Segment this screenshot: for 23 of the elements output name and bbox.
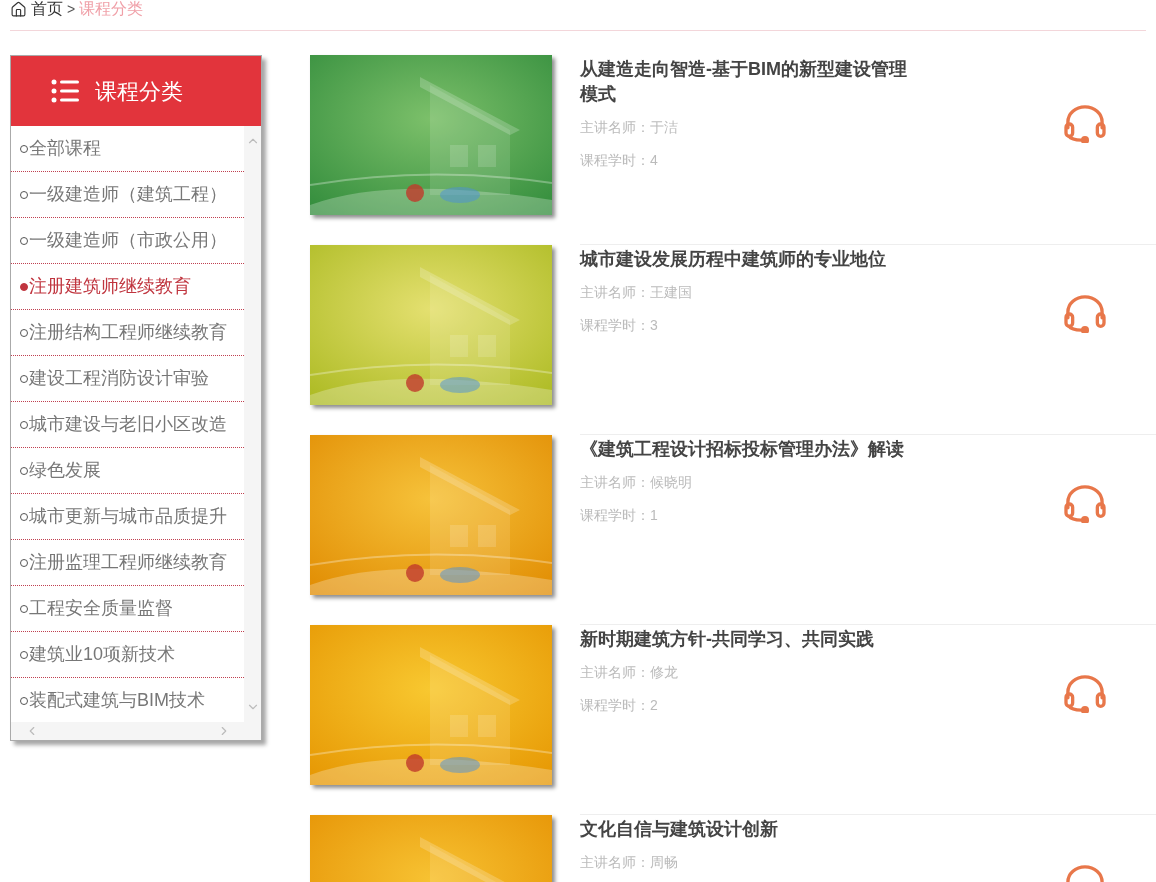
breadcrumb-link[interactable]: 首页 bbox=[31, 0, 63, 21]
course-title[interactable]: 城市建设发展历程中建筑师的专业地位 bbox=[580, 247, 916, 272]
course-hours: 课程学时：1 bbox=[580, 506, 659, 525]
course-teacher: 主讲名师：于洁 bbox=[580, 118, 679, 137]
course-teacher: 主讲名师：修龙 bbox=[580, 663, 679, 682]
headset-icon[interactable] bbox=[1062, 105, 1108, 143]
course-hours: 课程学时：2 bbox=[580, 696, 659, 715]
course-hours: 课程学时：4 bbox=[580, 151, 659, 170]
list-icon bbox=[51, 79, 79, 103]
course-title[interactable]: 《建筑工程设计招标投标管理办法》解读 bbox=[580, 437, 916, 462]
headset-icon[interactable] bbox=[1062, 485, 1108, 523]
breadcrumb-separator: > bbox=[67, 0, 76, 19]
course-title[interactable]: 新时期建筑方针-共同学习、共同实践 bbox=[580, 627, 916, 652]
course-title[interactable]: 从建造走向智造-基于BIM的新型建设管理模式 bbox=[580, 57, 916, 107]
course-teacher: 主讲名师：王建国 bbox=[580, 283, 693, 302]
course-title[interactable]: 文化自信与建筑设计创新 bbox=[580, 817, 916, 842]
home-icon[interactable] bbox=[10, 0, 27, 18]
course-teacher: 主讲名师：候晓明 bbox=[580, 473, 693, 492]
course-hours: 课程学时：3 bbox=[580, 316, 659, 335]
course-teacher: 主讲名师：周畅 bbox=[580, 853, 679, 872]
headset-icon[interactable] bbox=[1062, 295, 1108, 333]
headset-icon[interactable] bbox=[1062, 675, 1108, 713]
panel-title: 课程分类 bbox=[95, 77, 183, 106]
